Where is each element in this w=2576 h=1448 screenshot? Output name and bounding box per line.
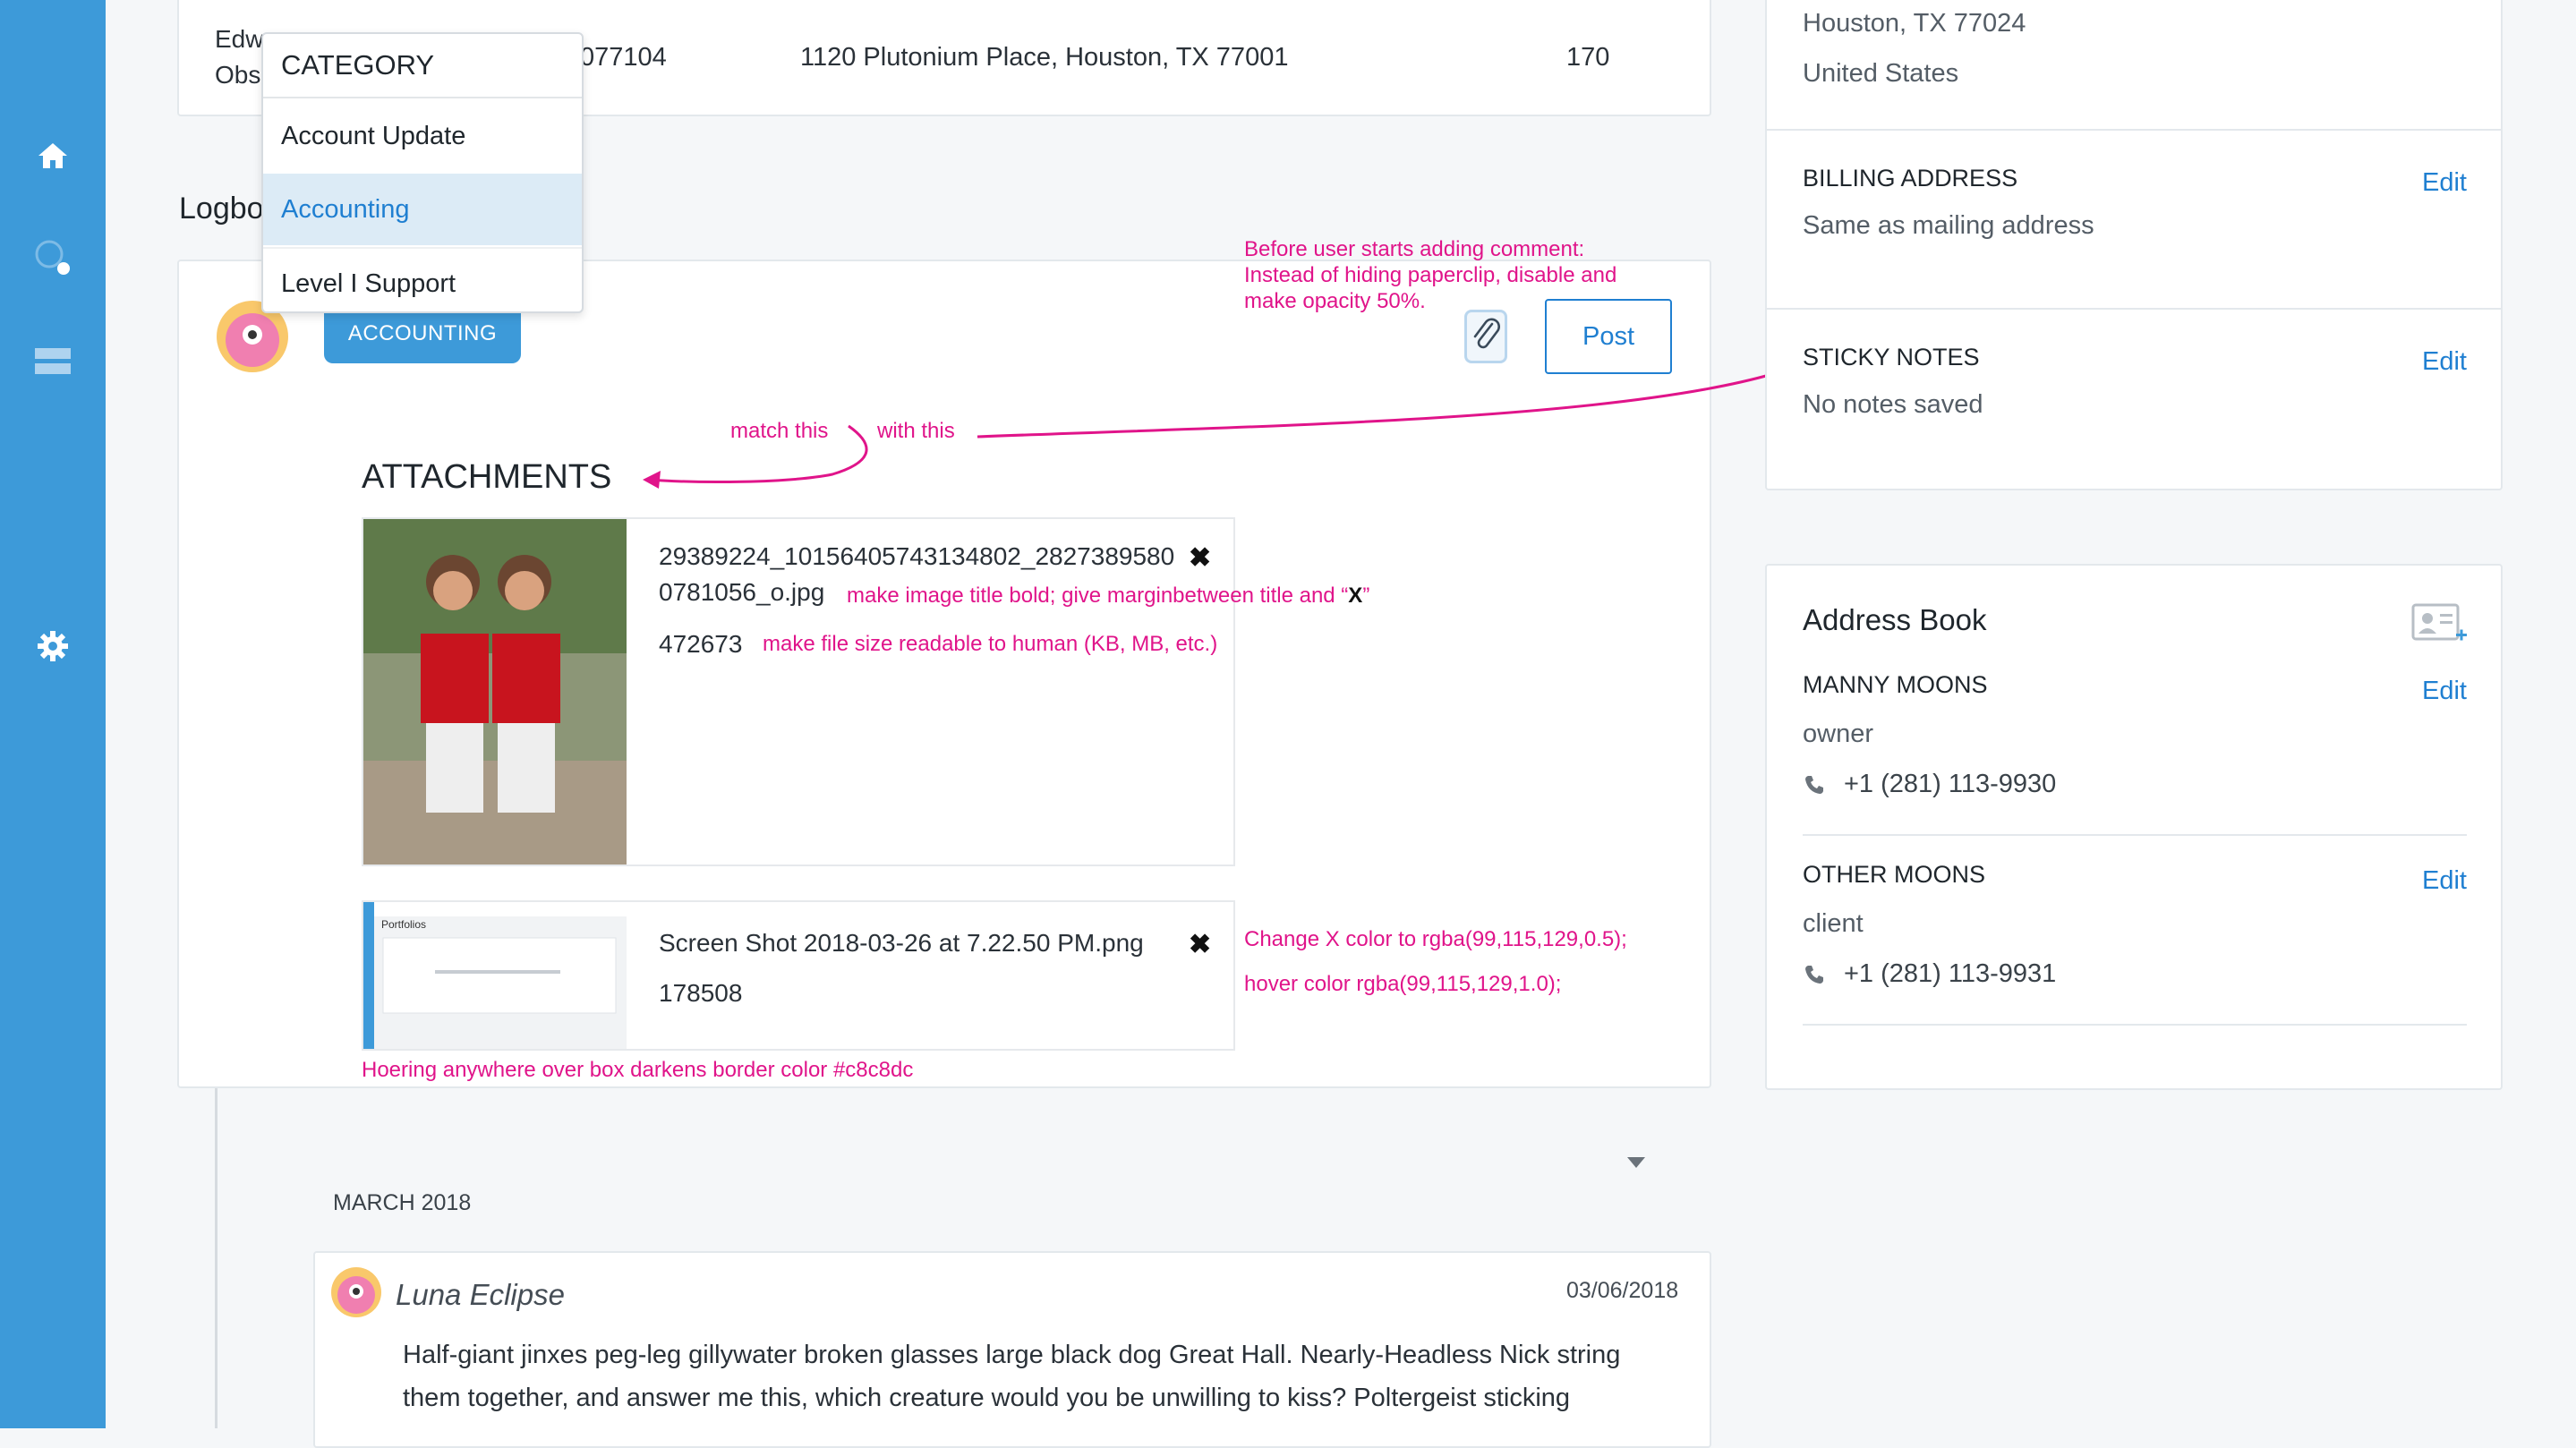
- phone-icon: [1804, 775, 1824, 799]
- contact-name: MANNY MOONS: [1803, 671, 1988, 698]
- billing-edit-link[interactable]: Edit: [2422, 168, 2467, 198]
- chevron-down-icon[interactable]: [1627, 1156, 1645, 1172]
- divider: [1803, 1024, 2467, 1026]
- title-bold-annotation-x: X: [1348, 583, 1363, 608]
- attachment-title: Screen Shot 2018-03-26 at 7.22.50 PM.png: [659, 929, 1144, 957]
- sticky-notes-edit-link[interactable]: Edit: [2422, 347, 2467, 377]
- contact-role: client: [1803, 909, 1864, 938]
- title-bold-annotation-text: make image title bold; give marginbetwee…: [847, 583, 1349, 608]
- remove-attachment-icon[interactable]: ✖: [1189, 542, 1211, 574]
- author-avatar: [331, 1267, 381, 1317]
- attachment-thumbnail: Portfolios: [363, 902, 627, 1049]
- entry-author: Luna Eclipse: [396, 1278, 565, 1311]
- sticky-notes-label: STICKY NOTES: [1803, 344, 1980, 371]
- contact-name: OTHER MOONS: [1803, 861, 1986, 888]
- attachment-size: 472673: [659, 630, 743, 658]
- billing-address-value: Same as mailing address: [1803, 211, 2094, 240]
- hover-color-annotation: hover color rgba(99,115,129,1.0);: [1244, 972, 1562, 996]
- x-color-annotation: Change X color to rgba(99,115,129,0.5);: [1244, 927, 1627, 951]
- contact-phone[interactable]: +1 (281) 113-9931: [1844, 959, 2056, 989]
- contact-role: owner: [1803, 720, 1873, 748]
- attachment-item[interactable]: 29389224_10156405743134802_2827389580 07…: [362, 517, 1235, 866]
- entry-text-line2: them together, and answer me this, which…: [403, 1384, 1571, 1412]
- entry-date: 03/06/2018: [1566, 1278, 1679, 1303]
- divider: [1803, 834, 2467, 836]
- hover-box-annotation: Hoering anywhere over box darkens border…: [362, 1058, 914, 1082]
- phone-icon: [1804, 965, 1824, 989]
- add-contact-icon[interactable]: [2411, 603, 2469, 651]
- sticky-notes-value: No notes saved: [1803, 390, 1983, 419]
- title-bold-annotation: make image title bold; give marginbetwee…: [847, 583, 1369, 609]
- contact-edit-link[interactable]: Edit: [2422, 866, 2467, 896]
- remove-attachment-icon[interactable]: ✖: [1189, 929, 1211, 960]
- address-book-title: Address Book: [1803, 603, 1987, 636]
- address-book-card: Address Book MANNY MOONS Edit owner +1 (…: [1765, 564, 2503, 1090]
- billing-address-label: BILLING ADDRESS: [1803, 165, 2018, 192]
- attachment-item[interactable]: Portfolios Screen Shot 2018-03-26 at 7.2…: [362, 900, 1235, 1051]
- attachment-thumbnail: [363, 519, 627, 865]
- timeline-month: MARCH 2018: [333, 1190, 472, 1215]
- timeline-line: [215, 1088, 218, 1428]
- contact-edit-link[interactable]: Edit: [2422, 677, 2467, 706]
- title-bold-annotation-end: ”: [1362, 583, 1370, 608]
- divider: [1767, 308, 2501, 310]
- thumbnail-caption: Portfolios: [381, 918, 427, 931]
- mailing-country: United States: [1803, 59, 1959, 88]
- attachment-size: 178508: [659, 979, 743, 1007]
- contact-phone[interactable]: +1 (281) 113-9930: [1844, 770, 2056, 799]
- divider: [1767, 129, 2501, 131]
- entry-text-line1: Half-giant jinxes peg-leg gillywater bro…: [403, 1341, 1621, 1369]
- attachment-title-line2: 0781056_o.jpg: [659, 578, 825, 606]
- attachments-title: ATTACHMENTS: [362, 458, 612, 496]
- file-size-annotation: make file size readable to human (KB, MB…: [763, 632, 1218, 656]
- customer-info-card: Houston, TX 77024 United States BILLING …: [1765, 0, 2503, 490]
- mailing-city: Houston, TX 77024: [1803, 9, 2026, 38]
- attachment-title-line1: 29389224_10156405743134802_2827389580: [659, 542, 1175, 570]
